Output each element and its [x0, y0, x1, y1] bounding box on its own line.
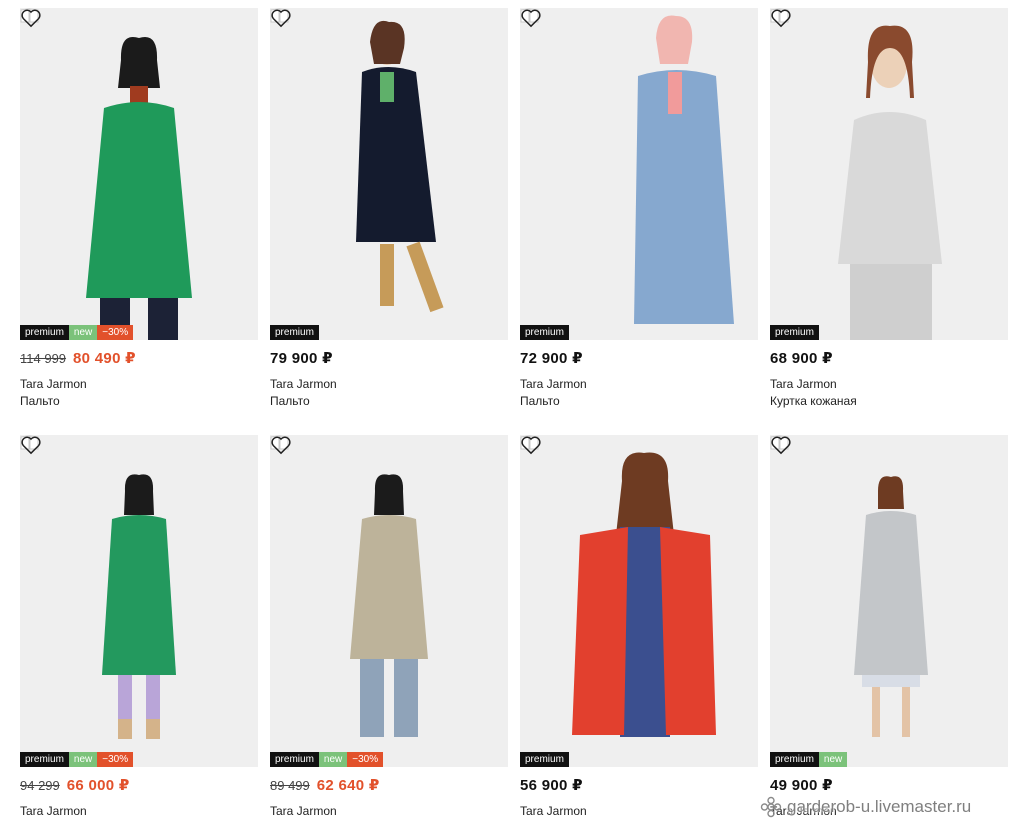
product-type[interactable]: Куртка кожаная [770, 394, 857, 408]
model-illustration [356, 20, 444, 313]
product-card[interactable]: premium new −30% 89 499 62 640 ₽ Tara Ja… [270, 435, 508, 824]
price-row: 49 900 ₽ [770, 776, 833, 796]
badge-group: premium [270, 325, 319, 340]
product-card[interactable]: premium 68 900 ₽ Tara Jarmon Куртка кожа… [770, 8, 1008, 408]
premium-badge: premium [770, 752, 819, 767]
badge-group: premium new −30% [270, 752, 384, 767]
model-illustration [350, 474, 428, 737]
product-photo[interactable]: premium new −30% [20, 435, 258, 767]
model-illustration [838, 25, 942, 340]
price: 49 900 ₽ [770, 777, 833, 794]
product-card[interactable]: premium 56 900 ₽ Tara Jarmon [520, 435, 758, 824]
premium-badge: premium [20, 325, 69, 340]
product-photo[interactable]: premium new −30% [20, 8, 258, 340]
flower-logo-icon [760, 796, 782, 818]
premium-badge: premium [520, 752, 569, 767]
product-brand[interactable]: Tara Jarmon [520, 804, 587, 818]
price-row: 68 900 ₽ [770, 349, 833, 369]
price-row: 56 900 ₽ [520, 776, 583, 796]
discount-badge: −30% [97, 752, 134, 767]
model-illustration [572, 452, 716, 737]
garment-shape [838, 112, 942, 264]
price-row: 114 999 80 490 ₽ [20, 349, 136, 369]
new-badge: new [318, 752, 348, 767]
new-badge: new [68, 752, 98, 767]
price-row: 89 499 62 640 ₽ [270, 776, 380, 796]
price: 79 900 ₽ [270, 350, 333, 367]
heart-icon[interactable] [270, 8, 292, 28]
garment-shape [572, 527, 628, 735]
garment-shape [634, 70, 734, 324]
product-brand[interactable]: Tara Jarmon [20, 377, 87, 391]
product-brand[interactable]: Tara Jarmon [520, 377, 587, 391]
product-brand[interactable]: Tara Jarmon [20, 804, 87, 818]
product-type[interactable]: Пальто [270, 394, 310, 408]
badge-group: premium [520, 752, 569, 767]
premium-badge: premium [270, 325, 319, 340]
badge-group: premium [770, 325, 819, 340]
price: 68 900 ₽ [770, 350, 833, 367]
badge-group: premium new −30% [20, 325, 134, 340]
watermark-text: garderob-u.livemaster.ru [787, 797, 972, 816]
product-photo[interactable]: premium [520, 8, 758, 340]
heart-icon[interactable] [520, 435, 542, 455]
product-grid: premium new −30% 114 999 80 490 ₽ Tara J… [0, 0, 1028, 824]
price-row: 79 900 ₽ [270, 349, 333, 369]
product-brand[interactable]: Tara Jarmon [770, 377, 837, 391]
premium-badge: premium [20, 752, 69, 767]
new-badge: new [68, 325, 98, 340]
product-photo[interactable]: premium [270, 8, 508, 340]
product-brand[interactable]: Tara Jarmon [270, 804, 337, 818]
price-row: 72 900 ₽ [520, 349, 583, 369]
badge-group: premium new [770, 752, 848, 767]
garment-shape [356, 67, 436, 242]
model-illustration [102, 474, 176, 739]
premium-badge: premium [770, 325, 819, 340]
heart-icon[interactable] [770, 435, 792, 455]
sale-price: 66 000 ₽ [66, 777, 130, 794]
badge-group: premium [520, 325, 569, 340]
product-photo[interactable]: premium new [770, 435, 1008, 767]
product-type[interactable]: Пальто [20, 394, 60, 408]
model-illustration [634, 15, 734, 324]
product-type[interactable]: Пальто [520, 394, 560, 408]
watermark: garderob-u.livemaster.ru [760, 796, 971, 818]
product-photo[interactable]: premium [520, 435, 758, 767]
price-row: 94 299 66 000 ₽ [20, 776, 130, 796]
badge-group: premium new −30% [20, 752, 134, 767]
garment-shape [854, 511, 928, 675]
premium-badge: premium [520, 325, 569, 340]
product-card[interactable]: premium new 49 900 ₽ Tara Jarmon [770, 435, 1008, 824]
old-price: 114 999 [20, 351, 67, 366]
product-photo[interactable]: premium [770, 8, 1008, 340]
heart-icon[interactable] [770, 8, 792, 28]
garment-shape [350, 515, 428, 659]
product-photo[interactable]: premium new −30% [270, 435, 508, 767]
heart-icon[interactable] [20, 8, 42, 28]
heart-icon[interactable] [520, 8, 542, 28]
discount-badge: −30% [347, 752, 384, 767]
old-price: 89 499 [270, 778, 310, 793]
discount-badge: −30% [97, 325, 134, 340]
garment-shape [102, 515, 176, 675]
product-card[interactable]: premium new −30% 94 299 66 000 ₽ Tara Ja… [20, 435, 258, 824]
product-card[interactable]: premium new −30% 114 999 80 490 ₽ Tara J… [20, 8, 258, 408]
product-card[interactable]: premium 79 900 ₽ Tara Jarmon Пальто [270, 8, 508, 408]
premium-badge: premium [270, 752, 319, 767]
price: 56 900 ₽ [520, 777, 583, 794]
garment-shape [86, 102, 192, 298]
product-card[interactable]: premium 72 900 ₽ Tara Jarmon Пальто [520, 8, 758, 408]
sale-price: 80 490 ₽ [73, 350, 136, 367]
heart-icon[interactable] [270, 435, 292, 455]
model-illustration [854, 476, 928, 737]
sale-price: 62 640 ₽ [316, 777, 380, 794]
new-badge: new [818, 752, 848, 767]
price: 72 900 ₽ [520, 350, 583, 367]
model-illustration [86, 36, 192, 340]
heart-icon[interactable] [20, 435, 42, 455]
old-price: 94 299 [20, 778, 60, 793]
product-brand[interactable]: Tara Jarmon [270, 377, 337, 391]
